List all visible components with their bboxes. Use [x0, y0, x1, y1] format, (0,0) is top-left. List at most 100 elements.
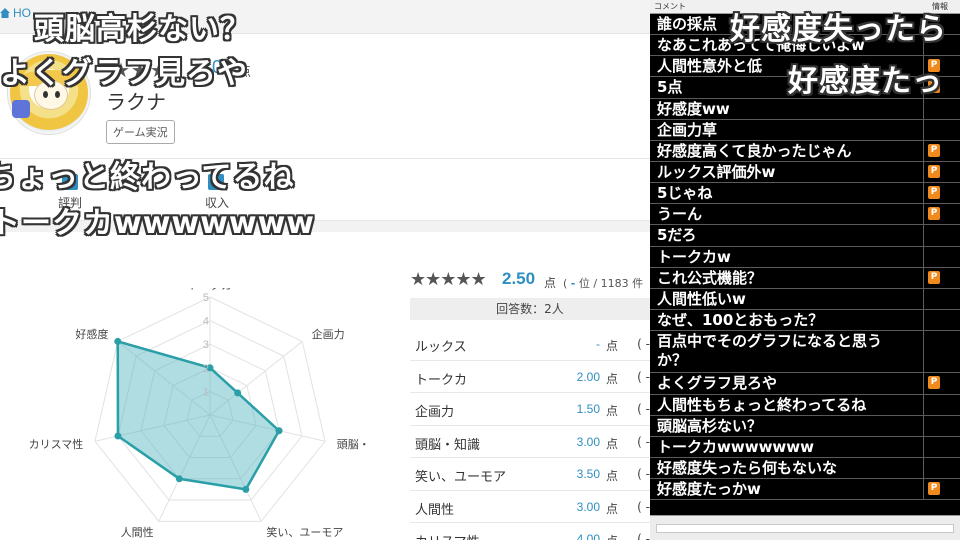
comment-row[interactable]: トークカwwwwwww: [650, 436, 960, 458]
column-divider: [923, 161, 924, 183]
radar-data-point: [175, 475, 183, 483]
comment-text: 好感度高くて良かったじゃん: [657, 141, 852, 160]
comment-text: ルックス評価外w: [657, 162, 776, 181]
radar-axis-label: 人間性: [121, 525, 154, 539]
comment-row[interactable]: なぜ、100とおもった？: [650, 309, 960, 332]
comment-row[interactable]: 好感度失ったら何もないな: [650, 457, 960, 480]
comment-row[interactable]: うーん P: [650, 204, 960, 226]
premium-badge-icon: P: [928, 482, 940, 496]
comment-row[interactable]: 企画力草: [650, 119, 960, 141]
category-name: 人間性: [415, 502, 455, 518]
category-score: 1.50: [576, 402, 600, 416]
radar-tick-label: 3: [203, 339, 209, 351]
flowing-comment: トークカwwwwwww: [0, 206, 316, 241]
genre-tag[interactable]: ゲーム実況: [106, 120, 175, 144]
comment-row[interactable]: 5じゃね P: [650, 183, 960, 205]
comment-row[interactable]: ルックス評価外w P: [650, 161, 960, 184]
category-unit: 点: [606, 532, 618, 540]
comment-text: 人間性低いw: [657, 289, 746, 308]
rank-text: 位 / 1183 件: [578, 277, 644, 290]
category-name: 笑い、ユーモア: [415, 470, 507, 485]
column-divider: [923, 225, 924, 246]
column-comment[interactable]: コメント: [654, 1, 686, 12]
rank-open: (: [563, 277, 568, 290]
column-divider: [923, 288, 924, 309]
radar-data-point: [114, 337, 122, 345]
category-rank: ( -: [637, 499, 650, 514]
category-rank: ( -: [637, 467, 650, 481]
comment-text: よくグラフ見ろや: [657, 374, 778, 393]
comment-row[interactable]: 好感度高くて良かったじゃん P: [650, 140, 960, 162]
horizontal-scrollbar[interactable]: [656, 524, 954, 533]
category-score: 4.00: [576, 532, 600, 540]
radar-axis-label: 頭脳・知識: [337, 437, 370, 451]
radar-tick-label: 5: [203, 292, 209, 304]
comment-text: 5だろ: [657, 226, 697, 245]
avatar-eye: [55, 91, 60, 98]
radar-chart: 1 2 3 4 5トークカ企画力頭脳・知識笑い、ユーモア 人間性 カリスマ性 好感度: [30, 288, 370, 539]
category-unit: 点: [605, 469, 618, 483]
comment-text: トークカw: [657, 247, 731, 266]
category-row: 人間性 3.00 点 ( -: [410, 491, 650, 523]
category-row: 企画力 1.50 点 ( -: [410, 393, 650, 426]
rating-value: 2.50: [502, 269, 536, 288]
rating-stars: ★★★★★: [410, 269, 487, 290]
comment-text: 頭脳高杉ない？: [657, 416, 763, 435]
comment-text: 好感度失ったら何もないな: [657, 458, 838, 477]
radar-tick-label: 2: [203, 363, 209, 375]
column-divider: [923, 246, 924, 267]
comment-row[interactable]: 人間性もちょっと終わってるね: [650, 394, 960, 416]
category-row: トークカ 2.00 点 ( -: [410, 361, 650, 393]
category-name: ルックス: [415, 340, 467, 355]
premium-badge-icon: P: [928, 207, 940, 221]
category-score: 3.00: [576, 434, 600, 449]
column-divider: [923, 394, 924, 415]
column-divider: [923, 267, 924, 288]
category-score: -: [596, 337, 600, 351]
flowing-comment: 頭脳高杉ない？: [34, 12, 251, 47]
comment-row[interactable]: 5だろ: [650, 225, 960, 247]
radar-axis-label: 好感度: [75, 327, 108, 341]
answer-count: 回答数：2人: [410, 298, 650, 320]
category-name: カリスマ性: [415, 531, 480, 540]
premium-badge-icon: P: [928, 270, 940, 284]
comment-row[interactable]: 頭脳高杉ない？: [650, 415, 960, 437]
category-rank: ( -: [637, 337, 650, 351]
comment-row[interactable]: 人間性低いw: [650, 288, 960, 310]
category-rank: ( -: [637, 434, 650, 449]
premium-badge-icon: P: [928, 186, 940, 200]
comment-row[interactable]: よくグラフ見ろや P: [650, 373, 960, 395]
category-row: カリスマ性 4.00 点 ( -: [410, 523, 650, 540]
radar-data-area: [116, 339, 281, 491]
flowing-comment: 好感度失ったら: [730, 12, 947, 47]
category-name: トークカ: [415, 372, 468, 388]
comment-row[interactable]: トークカw: [650, 246, 960, 268]
comment-row[interactable]: 好感度たっかw P: [650, 479, 960, 501]
column-divider: [923, 373, 924, 394]
avatar-badge: [12, 100, 30, 118]
home-link[interactable]: HO: [0, 6, 31, 20]
home-icon: [0, 8, 10, 18]
category-row: 笑い、ユーモア 3.50 点 ( -: [410, 458, 650, 491]
column-divider: [923, 140, 924, 161]
panel-footer: [650, 515, 960, 540]
category-score: 2.00: [576, 369, 600, 384]
avatar-eye: [43, 91, 48, 98]
category-name: 企画力: [415, 405, 455, 420]
category-rank: ( -: [637, 402, 650, 416]
comment-text: なぜ、100とおもった？: [657, 310, 824, 329]
category-unit: 点: [605, 436, 618, 451]
category-score: 3.00: [576, 499, 600, 514]
radar-data-point: [234, 389, 242, 397]
category-rank: ( -: [637, 369, 650, 384]
category-row: ルックス - 点 ( -: [410, 328, 650, 361]
comment-text: うーん: [657, 205, 703, 224]
flowing-comment: ちょっと終わってるね: [0, 160, 295, 195]
column-divider: [923, 119, 924, 140]
rank-dash: -: [570, 277, 576, 290]
comment-row[interactable]: 好感度ww: [650, 98, 960, 120]
column-divider: [923, 183, 924, 204]
comment-row[interactable]: これ公式機能？ P: [650, 267, 960, 289]
comment-text: 人間性もちょっと終わってるね: [657, 395, 867, 414]
comment-row[interactable]: 百点中でそのグラフになると思うか？: [650, 331, 960, 374]
